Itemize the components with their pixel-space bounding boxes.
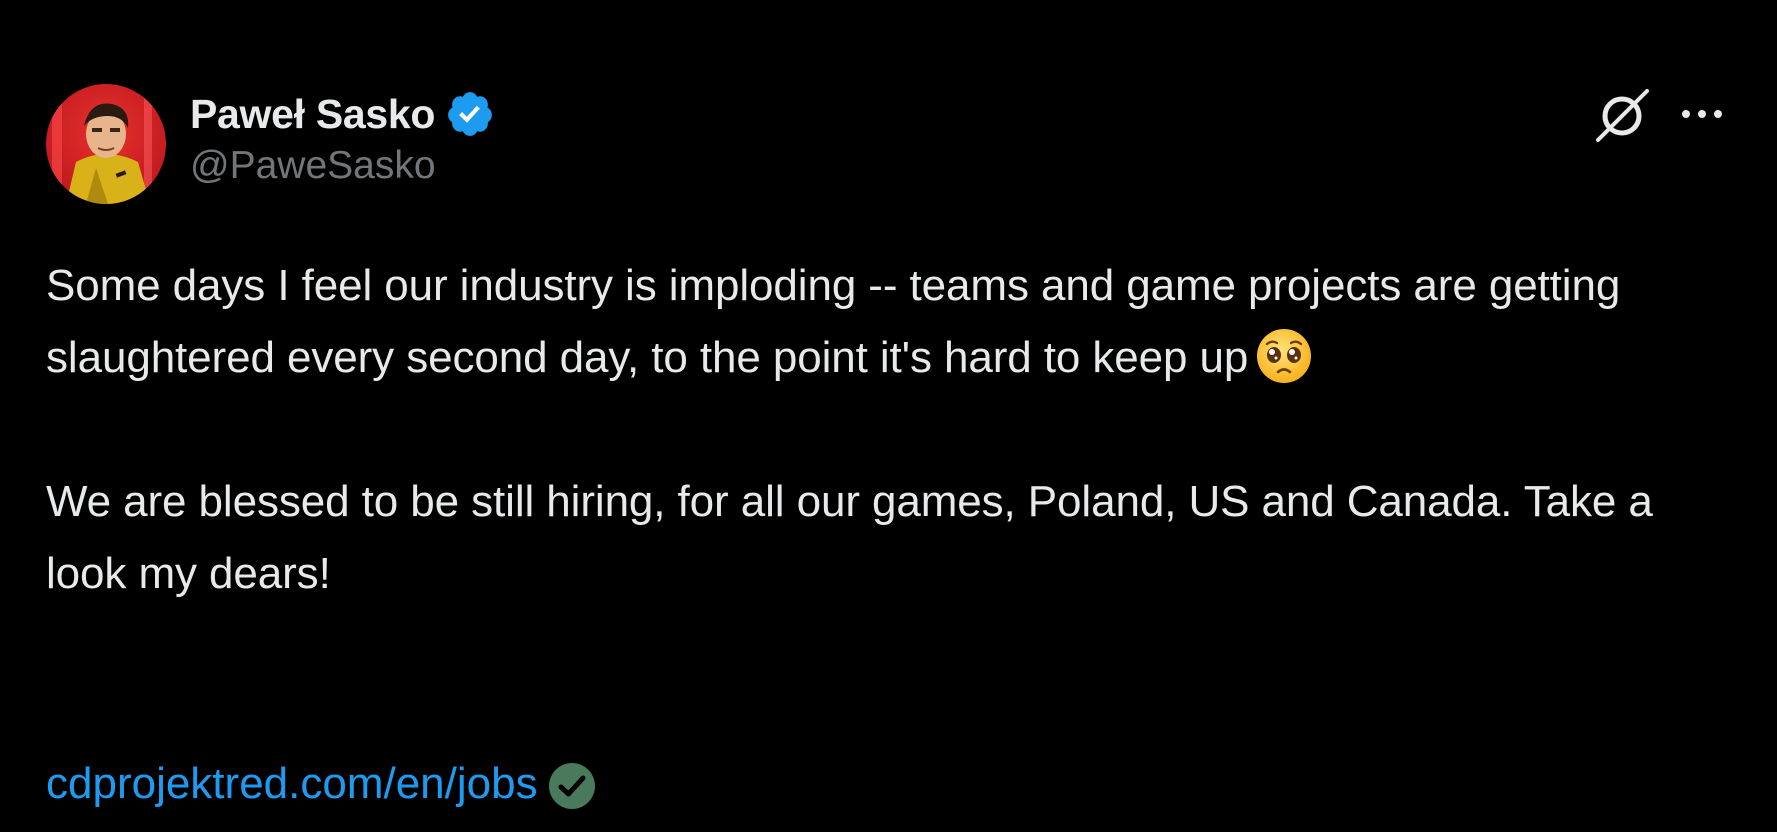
- tweet-link[interactable]: cdprojektred.com/en/jobs: [46, 748, 538, 820]
- tweet: Paweł Sasko @PaweSasko Some days I feel …: [0, 0, 1777, 829]
- tweet-text: Some days I feel our industry is implodi…: [46, 250, 1736, 610]
- author-display-name[interactable]: Paweł Sasko: [190, 91, 435, 138]
- author-block: Paweł Sasko @PaweSasko: [190, 88, 495, 188]
- grok-icon[interactable]: [1592, 86, 1652, 146]
- tweet-link-row: cdprojektred.com/en/jobs: [46, 748, 596, 820]
- pleading-face-emoji-icon: [1254, 326, 1314, 386]
- tweet-paragraph-text: Some days I feel our industry is implodi…: [46, 261, 1621, 382]
- tweet-paragraph-text: We are blessed to be still hiring, for a…: [46, 477, 1653, 598]
- tweet-paragraph: We are blessed to be still hiring, for a…: [46, 466, 1736, 610]
- tweet-paragraph: Some days I feel our industry is implodi…: [46, 250, 1736, 394]
- check-circle-icon: [548, 760, 596, 809]
- avatar-image: [46, 84, 166, 204]
- author-name-row[interactable]: Paweł Sasko: [190, 88, 495, 140]
- avatar[interactable]: [46, 84, 166, 204]
- author-handle[interactable]: @PaweSasko: [190, 144, 495, 188]
- more-options-icon[interactable]: [1676, 94, 1728, 134]
- verified-badge-icon[interactable]: [445, 89, 495, 139]
